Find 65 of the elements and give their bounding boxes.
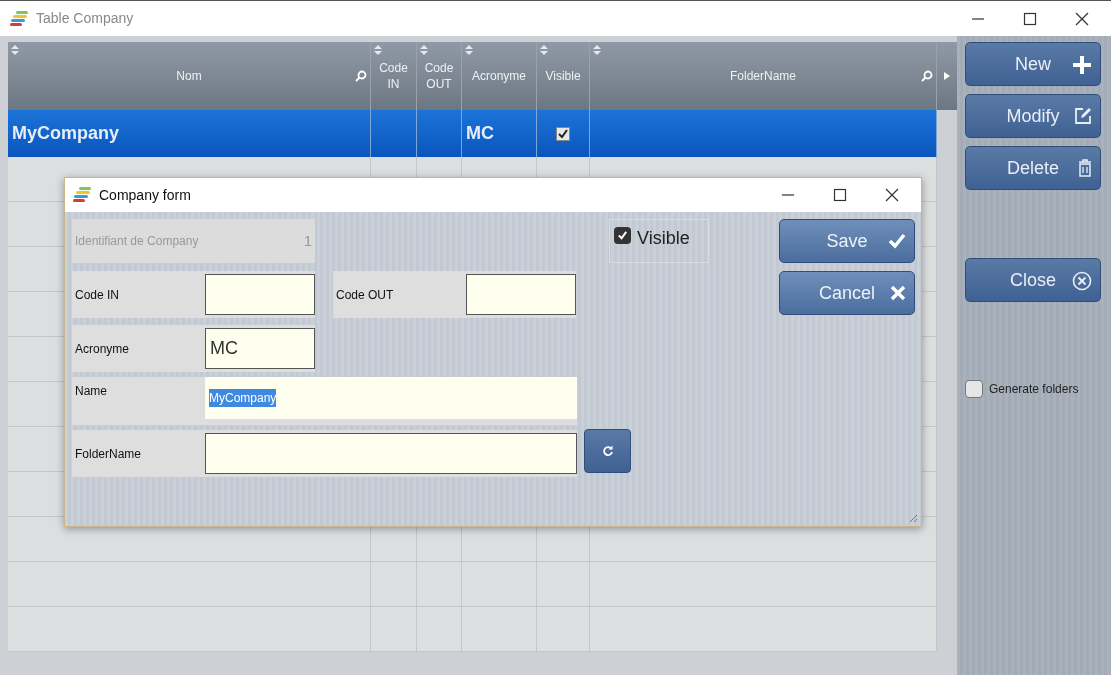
- id-field: Identifiant de Company 1: [72, 219, 315, 263]
- cross-icon: [890, 285, 906, 301]
- input-field[interactable]: [205, 274, 315, 315]
- field-label: Code IN: [74, 286, 121, 304]
- side-button[interactable]: Modify: [965, 94, 1101, 138]
- column-header[interactable]: Code IN: [371, 42, 417, 110]
- dialog-button[interactable]: Cancel: [779, 271, 915, 315]
- checkbox[interactable]: [614, 227, 631, 244]
- checkmark-icon: [888, 233, 906, 249]
- sort-icon[interactable]: [374, 45, 382, 55]
- app-logo-icon: [73, 186, 93, 204]
- arrow-right-icon[interactable]: [944, 72, 950, 80]
- input-field[interactable]: [466, 274, 576, 315]
- search-icon[interactable]: [921, 70, 933, 82]
- checkbox[interactable]: [965, 380, 983, 398]
- table-cell-text: MyCompany: [12, 122, 119, 145]
- column-label: Code IN: [378, 60, 409, 92]
- close-icon[interactable]: [885, 188, 899, 202]
- refresh-icon: [601, 445, 614, 457]
- dialog-title: Company form: [99, 185, 191, 205]
- resize-grip-icon[interactable]: [908, 513, 918, 523]
- refresh-button[interactable]: [584, 429, 631, 473]
- field-label: Code OUT: [335, 286, 395, 304]
- side-button[interactable]: New: [965, 42, 1101, 86]
- dialog-button[interactable]: Save: [779, 219, 915, 263]
- checkbox[interactable]: [556, 126, 570, 141]
- column-label: Acronyme: [471, 68, 527, 84]
- field-label: FolderName: [74, 445, 143, 463]
- plus-icon: [1072, 55, 1092, 75]
- field-label: Acronyme: [74, 340, 131, 358]
- input-field[interactable]: MyCompany: [205, 377, 577, 419]
- table-cell-text: MC: [466, 122, 494, 145]
- sort-icon[interactable]: [593, 45, 601, 55]
- sort-icon[interactable]: [465, 45, 473, 55]
- check-icon: [617, 230, 628, 241]
- table-row[interactable]: MyCompany MC: [8, 110, 937, 157]
- close-icon[interactable]: [1075, 11, 1089, 26]
- sort-icon[interactable]: [420, 45, 428, 55]
- check-icon: [558, 128, 568, 139]
- checkbox-label: Generate folders: [989, 381, 1079, 398]
- checkbox-label: Visible: [637, 227, 690, 250]
- maximize-icon[interactable]: [833, 188, 847, 202]
- trash-icon: [1078, 159, 1092, 177]
- input-field[interactable]: MC: [205, 328, 315, 369]
- column-header[interactable]: Nom: [8, 42, 371, 110]
- column-header[interactable]: Code OUT: [417, 42, 462, 110]
- input-field[interactable]: [205, 433, 577, 474]
- maximize-icon[interactable]: [1023, 11, 1037, 26]
- edit-icon: [1074, 107, 1092, 125]
- column-label: FolderName: [729, 68, 797, 84]
- side-button[interactable]: Delete: [965, 146, 1101, 190]
- column-header[interactable]: FolderName: [590, 42, 937, 110]
- sort-icon[interactable]: [11, 45, 19, 55]
- column-label: Visible: [544, 68, 582, 84]
- search-icon[interactable]: [355, 70, 367, 82]
- app-logo-icon: [10, 9, 30, 28]
- sort-icon[interactable]: [540, 45, 548, 55]
- column-header[interactable]: Acronyme: [462, 42, 537, 110]
- column-label: Code OUT: [423, 60, 455, 92]
- field-label: Name: [74, 383, 108, 400]
- column-header[interactable]: Visible: [537, 42, 590, 110]
- column-label: Nom: [175, 68, 203, 84]
- window-title: Table Company: [36, 9, 134, 28]
- side-button[interactable]: Close: [965, 258, 1101, 302]
- close-circle-icon: [1072, 271, 1092, 291]
